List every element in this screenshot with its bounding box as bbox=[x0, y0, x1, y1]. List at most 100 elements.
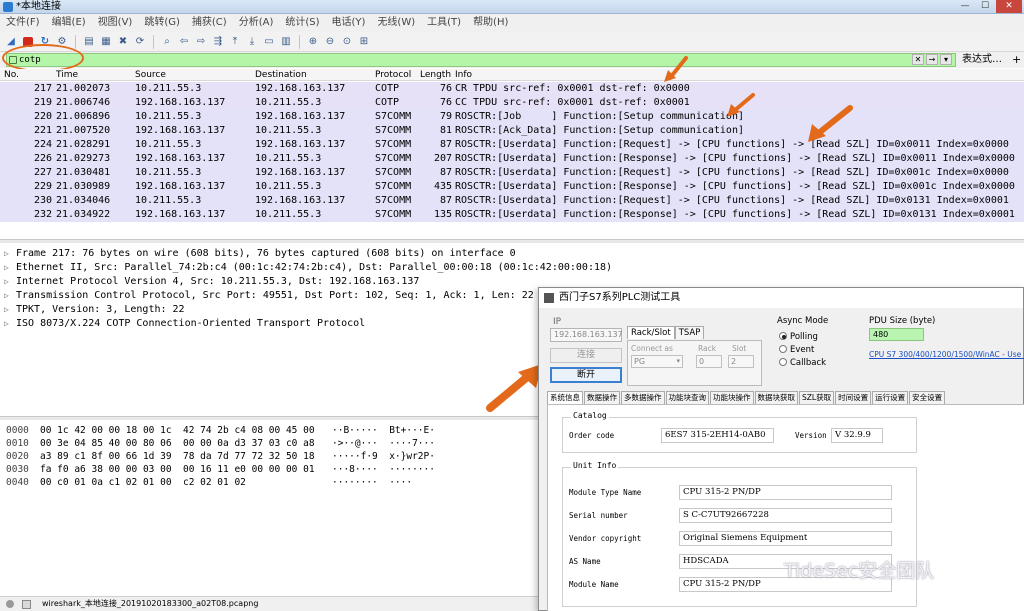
event-radio[interactable]: Event bbox=[779, 345, 814, 355]
rack-input[interactable]: 0 bbox=[696, 355, 722, 368]
menu-go[interactable]: 跳转(G) bbox=[144, 14, 180, 32]
column-no[interactable]: No. bbox=[4, 69, 19, 81]
packet-row[interactable]: 219 21.006746 192.168.163.137 10.211.55.… bbox=[0, 96, 1024, 110]
menu-statistics[interactable]: 统计(S) bbox=[285, 14, 319, 32]
maximize-button[interactable]: ☐ bbox=[976, 0, 994, 13]
tab-security-settings[interactable]: 安全设置 bbox=[909, 391, 946, 404]
detail-ip[interactable]: ▷ Internet Protocol Version 4, Src: 10.21… bbox=[4, 275, 419, 289]
tab-time-settings[interactable]: 时间设置 bbox=[835, 391, 872, 404]
byte-row[interactable]: 0040 00 c0 01 0a c1 02 01 00 c2 02 01 02 ·… bbox=[6, 476, 412, 489]
zoom-in-icon[interactable]: ⊕ bbox=[306, 35, 320, 49]
expand-arrow-icon[interactable]: ▷ bbox=[4, 261, 16, 275]
expand-arrow-icon[interactable]: ▷ bbox=[4, 247, 16, 261]
zoom-reset-icon[interactable]: ⊙ bbox=[340, 35, 354, 49]
menu-edit[interactable]: 编辑(E) bbox=[52, 14, 86, 32]
menu-analyze[interactable]: 分析(A) bbox=[239, 14, 274, 32]
close-file-icon[interactable]: ✖ bbox=[116, 35, 130, 49]
open-file-icon[interactable]: ▤ bbox=[82, 35, 96, 49]
packet-row[interactable]: 217 21.002073 10.211.55.3 192.168.163.13… bbox=[0, 82, 1024, 96]
version-field[interactable]: V 32.9.9 bbox=[831, 428, 883, 443]
menu-capture[interactable]: 捕获(C) bbox=[192, 14, 227, 32]
menu-tools[interactable]: 工具(T) bbox=[427, 14, 461, 32]
menu-view[interactable]: 视图(V) bbox=[98, 14, 133, 32]
colorize-icon[interactable]: ▥ bbox=[279, 35, 293, 49]
add-filter-button[interactable]: + bbox=[1012, 53, 1021, 67]
detail-tpkt[interactable]: ▷ TPKT, Version: 3, Length: 22 bbox=[4, 303, 185, 317]
byte-row[interactable]: 0030 fa f0 a6 38 00 00 03 00 00 16 11 e0 … bbox=[6, 463, 435, 476]
packet-row[interactable]: 221 21.007520 192.168.163.137 10.211.55.… bbox=[0, 124, 1024, 138]
module-type-field[interactable]: CPU 315-2 PN/DP bbox=[679, 485, 892, 500]
tab-block-ops[interactable]: 功能块操作 bbox=[710, 391, 754, 404]
go-back-icon[interactable]: ⇦ bbox=[177, 35, 191, 49]
autoscroll-icon[interactable]: ▭ bbox=[262, 35, 276, 49]
go-forward-icon[interactable]: ⇨ bbox=[194, 35, 208, 49]
save-file-icon[interactable]: ▦ bbox=[99, 35, 113, 49]
column-protocol[interactable]: Protocol bbox=[375, 69, 411, 81]
zoom-out-icon[interactable]: ⊖ bbox=[323, 35, 337, 49]
expression-button[interactable]: 表达式… bbox=[962, 53, 1002, 67]
tab-data-ops[interactable]: 数据操作 bbox=[584, 391, 620, 404]
packet-row[interactable]: 224 21.028291 10.211.55.3 192.168.163.13… bbox=[0, 138, 1024, 152]
column-source[interactable]: Source bbox=[135, 69, 166, 81]
byte-row[interactable]: 0020 a3 89 c1 8f 00 66 1d 39 78 da 7d 77 … bbox=[6, 450, 435, 463]
column-length[interactable]: Length bbox=[420, 69, 451, 81]
column-time[interactable]: Time bbox=[56, 69, 78, 81]
find-packet-icon[interactable]: ⌕ bbox=[160, 35, 174, 49]
packet-row[interactable]: 229 21.030989 192.168.163.137 10.211.55.… bbox=[0, 180, 1024, 194]
reload-icon[interactable]: ⟳ bbox=[133, 35, 147, 49]
tab-system-info[interactable]: 系统信息 bbox=[547, 391, 583, 404]
resize-columns-icon[interactable]: ⊞ bbox=[357, 35, 371, 49]
tab-szl-fetch[interactable]: SZL获取 bbox=[799, 391, 835, 404]
tab-rack-slot[interactable]: Rack/Slot bbox=[627, 326, 675, 339]
minimize-button[interactable]: — bbox=[956, 0, 974, 13]
packet-row[interactable]: 232 21.034922 192.168.163.137 10.211.55.… bbox=[0, 208, 1024, 222]
ip-input[interactable]: 192.168.163.137 bbox=[550, 328, 623, 342]
expand-arrow-icon[interactable]: ▷ bbox=[4, 303, 16, 317]
detail-ethernet[interactable]: ▷ Ethernet II, Src: Parallel_74:2b:c4 (00… bbox=[4, 261, 612, 275]
packet-row[interactable]: 220 21.006896 10.211.55.3 192.168.163.13… bbox=[0, 110, 1024, 124]
detail-tcp[interactable]: ▷ Transmission Control Protocol, Src Port… bbox=[4, 289, 534, 303]
polling-radio[interactable]: Polling bbox=[779, 332, 818, 342]
connect-as-select[interactable]: PG ▾ bbox=[631, 355, 683, 368]
tab-db-fetch[interactable]: 数据块获取 bbox=[754, 391, 798, 404]
expand-arrow-icon[interactable]: ▷ bbox=[4, 289, 16, 303]
packet-row[interactable]: 227 21.030481 10.211.55.3 192.168.163.13… bbox=[0, 166, 1024, 180]
connect-button[interactable]: 连接 bbox=[550, 348, 622, 363]
disconnect-button[interactable]: 断开 bbox=[550, 367, 622, 383]
capture-file-icon[interactable] bbox=[22, 600, 31, 609]
tab-tsap[interactable]: TSAP bbox=[674, 326, 705, 339]
byte-row[interactable]: 0010 00 3e 04 85 40 00 80 06 00 00 0a d3 … bbox=[6, 437, 435, 450]
order-code-field[interactable]: 6ES7 315-2EH14-0AB0 bbox=[661, 428, 774, 443]
menu-telephony[interactable]: 电话(Y) bbox=[332, 14, 366, 32]
clear-filter-icon[interactable]: ✕ bbox=[912, 54, 924, 65]
first-packet-icon[interactable]: ⤒ bbox=[228, 35, 242, 49]
serial-field[interactable]: S C-C7UT92667228 bbox=[679, 508, 892, 523]
column-destination[interactable]: Destination bbox=[255, 69, 307, 81]
vendor-field[interactable]: Original Siemens Equipment bbox=[679, 531, 892, 546]
cpu-info-link[interactable]: CPU S7 300/400/1200/1500/WinAC - Use Rac bbox=[869, 350, 1024, 359]
expand-arrow-icon[interactable]: ▷ bbox=[4, 317, 16, 331]
pane-splitter[interactable] bbox=[0, 239, 1024, 243]
tab-block-query[interactable]: 功能块查询 bbox=[665, 391, 709, 404]
menu-wireless[interactable]: 无线(W) bbox=[377, 14, 415, 32]
packet-row[interactable]: 230 21.034046 10.211.55.3 192.168.163.13… bbox=[0, 194, 1024, 208]
detail-cotp[interactable]: ▷ ISO 8073/X.224 COTP Connection-Oriented… bbox=[4, 317, 365, 331]
callback-radio[interactable]: Callback bbox=[779, 358, 826, 368]
menu-file[interactable]: 文件(F) bbox=[6, 14, 40, 32]
last-packet-icon[interactable]: ⤓ bbox=[245, 35, 259, 49]
apply-filter-icon[interactable]: → bbox=[926, 54, 938, 65]
packet-row[interactable]: 226 21.029273 192.168.163.137 10.211.55.… bbox=[0, 152, 1024, 166]
display-filter-input[interactable]: cotp bbox=[6, 53, 956, 67]
byte-row[interactable]: 0000 00 1c 42 00 00 18 00 1c 42 74 2b c4 … bbox=[6, 424, 435, 437]
close-button[interactable]: ✕ bbox=[996, 0, 1022, 13]
tab-run-settings[interactable]: 运行设置 bbox=[872, 391, 909, 404]
detail-frame[interactable]: ▷ Frame 217: 76 bytes on wire (608 bits),… bbox=[4, 247, 516, 261]
go-to-packet-icon[interactable]: ⇶ bbox=[211, 35, 225, 49]
column-info[interactable]: Info bbox=[455, 69, 472, 81]
expand-arrow-icon[interactable]: ▷ bbox=[4, 275, 16, 289]
tab-multi-data-ops[interactable]: 多数据操作 bbox=[621, 391, 665, 404]
slot-input[interactable]: 2 bbox=[728, 355, 754, 368]
status-indicator-icon[interactable] bbox=[6, 600, 14, 608]
menu-help[interactable]: 帮助(H) bbox=[473, 14, 508, 32]
filter-history-icon[interactable]: ▾ bbox=[940, 54, 952, 65]
